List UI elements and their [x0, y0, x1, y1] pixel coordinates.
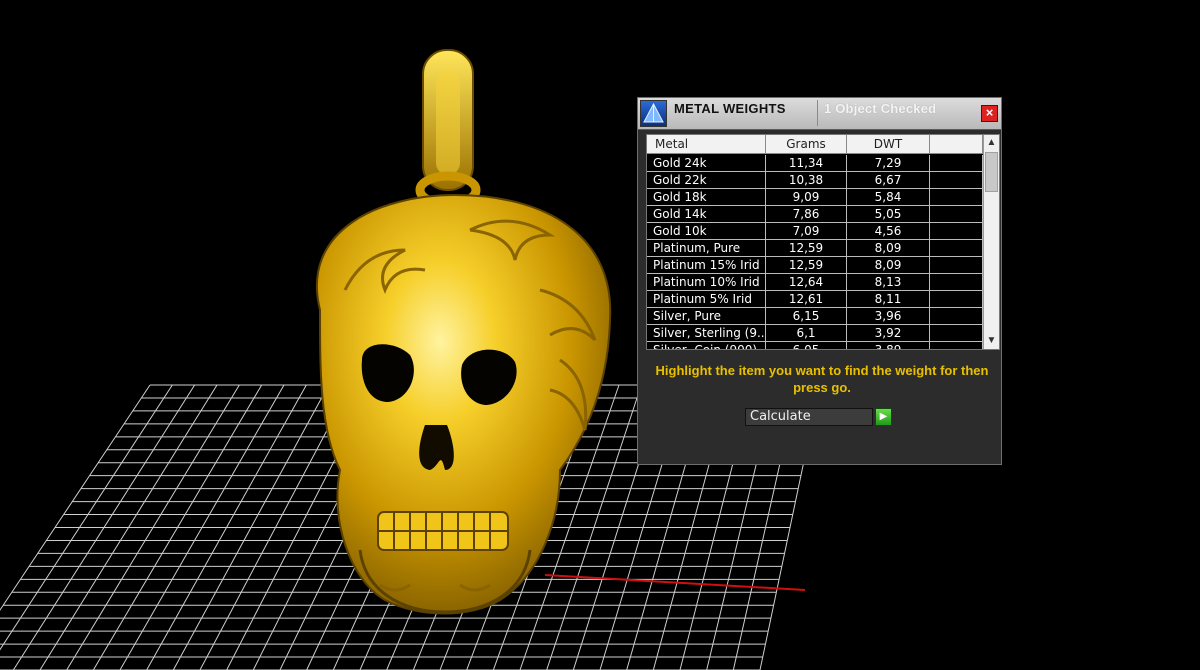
- metal-cell: Platinum 10% Irid: [647, 274, 766, 290]
- empty-cell: [930, 155, 983, 171]
- metal-cell: Gold 18k: [647, 189, 766, 205]
- 3d-viewport[interactable]: [0, 0, 1200, 670]
- table-row[interactable]: Silver, Coin (900) 6,05 3,89: [647, 342, 983, 349]
- objects-checked-status: 1 Object Checked: [824, 101, 937, 116]
- metal-cell: Gold 22k: [647, 172, 766, 188]
- dwt-cell: 5,84: [847, 189, 930, 205]
- title-separator: [817, 100, 818, 126]
- column-header-metal[interactable]: Metal: [647, 135, 766, 154]
- grams-cell: 10,38: [766, 172, 847, 188]
- table-row[interactable]: Gold 22k 10,38 6,67: [647, 172, 983, 189]
- dwt-cell: 8,13: [847, 274, 930, 290]
- dwt-cell: 3,96: [847, 308, 930, 324]
- table-row[interactable]: Gold 10k 7,09 4,56: [647, 223, 983, 240]
- calculate-dropdown[interactable]: Calculate: [745, 408, 873, 426]
- grams-cell: 6,05: [766, 342, 847, 349]
- grams-cell: 12,61: [766, 291, 847, 307]
- go-play-icon[interactable]: ▶: [875, 408, 892, 426]
- grams-cell: 12,64: [766, 274, 847, 290]
- grams-cell: 12,59: [766, 257, 847, 273]
- metal-cell: Platinum 5% Irid: [647, 291, 766, 307]
- dwt-cell: 5,05: [847, 206, 930, 222]
- grams-cell: 12,59: [766, 240, 847, 256]
- metal-cell: Platinum, Pure: [647, 240, 766, 256]
- table-scrollbar[interactable]: ▲ ▼: [983, 135, 999, 349]
- column-header-dwt[interactable]: DWT: [847, 135, 930, 154]
- skull-pendant-model[interactable]: [315, 49, 612, 615]
- column-header-empty: [930, 135, 983, 154]
- empty-cell: [930, 325, 983, 341]
- empty-cell: [930, 223, 983, 239]
- empty-cell: [930, 308, 983, 324]
- dwt-cell: 8,11: [847, 291, 930, 307]
- empty-cell: [930, 274, 983, 290]
- grams-cell: 11,34: [766, 155, 847, 171]
- pyramid-app-icon: [640, 100, 667, 127]
- empty-cell: [930, 342, 983, 349]
- metal-cell: Gold 10k: [647, 223, 766, 239]
- empty-cell: [930, 206, 983, 222]
- instruction-text: Highlight the item you want to find the …: [655, 363, 989, 395]
- dwt-cell: 3,89: [847, 342, 930, 349]
- table-row[interactable]: Platinum, Pure 12,59 8,09: [647, 240, 983, 257]
- table-row[interactable]: Silver, Pure 6,15 3,96: [647, 308, 983, 325]
- empty-cell: [930, 189, 983, 205]
- table-row[interactable]: Gold 14k 7,86 5,05: [647, 206, 983, 223]
- metal-cell: Gold 14k: [647, 206, 766, 222]
- table-row[interactable]: Gold 24k 11,34 7,29: [647, 155, 983, 172]
- table-header: Metal Grams DWT: [647, 135, 983, 154]
- dialog-title: METAL WEIGHTS: [674, 101, 786, 116]
- empty-cell: [930, 172, 983, 188]
- dwt-cell: 6,67: [847, 172, 930, 188]
- empty-cell: [930, 291, 983, 307]
- close-icon[interactable]: ×: [981, 105, 998, 122]
- table-row[interactable]: Platinum 10% Irid 12,64 8,13: [647, 274, 983, 291]
- dwt-cell: 3,92: [847, 325, 930, 341]
- scroll-thumb[interactable]: [985, 152, 998, 192]
- metal-weights-table: Metal Grams DWT Gold 24k 11,34 7,29 Gold 22…: [646, 134, 1000, 350]
- column-header-grams[interactable]: Grams: [766, 135, 847, 154]
- table-row[interactable]: Platinum 15% Irid 12,59 8,09: [647, 257, 983, 274]
- dwt-cell: 8,09: [847, 257, 930, 273]
- empty-cell: [930, 257, 983, 273]
- metal-cell: Gold 24k: [647, 155, 766, 171]
- dwt-cell: 7,29: [847, 155, 930, 171]
- dialog-titlebar[interactable]: METAL WEIGHTS 1 Object Checked ×: [638, 98, 1001, 130]
- table-row[interactable]: Gold 18k 9,09 5,84: [647, 189, 983, 206]
- table-row[interactable]: Silver, Sterling (9... 6,1 3,92: [647, 325, 983, 342]
- scroll-up-icon[interactable]: ▲: [984, 135, 999, 151]
- grams-cell: 9,09: [766, 189, 847, 205]
- grams-cell: 7,86: [766, 206, 847, 222]
- empty-cell: [930, 240, 983, 256]
- table-row[interactable]: Platinum 5% Irid 12,61 8,11: [647, 291, 983, 308]
- grams-cell: 7,09: [766, 223, 847, 239]
- metal-cell: Silver, Sterling (9...: [647, 325, 766, 341]
- metal-cell: Platinum 15% Irid: [647, 257, 766, 273]
- metal-cell: Silver, Coin (900): [647, 342, 766, 349]
- dwt-cell: 8,09: [847, 240, 930, 256]
- dwt-cell: 4,56: [847, 223, 930, 239]
- x-axis-line: [544, 574, 806, 591]
- grams-cell: 6,15: [766, 308, 847, 324]
- metal-weights-dialog: METAL WEIGHTS 1 Object Checked × Metal G…: [637, 97, 1002, 465]
- scroll-down-icon[interactable]: ▼: [984, 333, 999, 349]
- metal-cell: Silver, Pure: [647, 308, 766, 324]
- table-body: Gold 24k 11,34 7,29 Gold 22k 10,38 6,67 Gold 1…: [647, 155, 983, 349]
- grams-cell: 6,1: [766, 325, 847, 341]
